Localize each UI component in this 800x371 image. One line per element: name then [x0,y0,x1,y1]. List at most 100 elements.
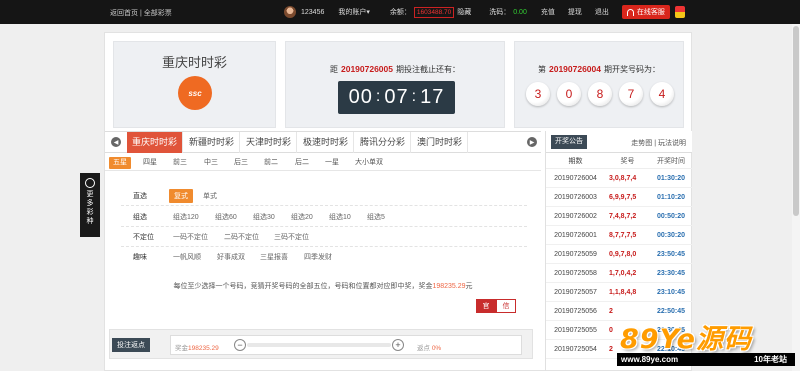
trend-chart-link[interactable]: 走势图 [631,140,652,147]
rebate-slider-box: 奖金198235.29 − + 返点 0% [170,335,522,355]
play-option[interactable]: 组选5 [367,212,385,222]
main-panel: 重庆时时彩 ssc 距 20190726005 期投注截止还有： 00:07:17 … [104,32,692,371]
play-option[interactable]: 复式 [169,189,193,203]
rebate-button[interactable]: 投注返点 [112,338,150,352]
plus-icon[interactable]: + [392,339,404,351]
bonus-display: 奖金198235.29 [175,342,219,352]
hide-balance-button[interactable]: 隐藏 [457,7,471,17]
avatar[interactable] [284,6,296,18]
play-option[interactable]: 一帆风顺 [173,252,201,262]
draw-ball: 8 [588,82,612,106]
time-cell: 01:30:20 [656,175,686,182]
play-option[interactable]: 一码不定位 [173,232,208,242]
divider [121,226,527,227]
time-cell: 00:50:20 [656,213,686,220]
tab-amssc[interactable]: 澳门时时彩 [412,132,468,153]
play-option[interactable]: 组选10 [329,212,351,222]
divider [121,205,527,206]
chevron-left-icon[interactable]: ◀ [111,137,121,147]
draw-ball: 4 [650,82,674,106]
column-header: 开奖时间 [657,158,685,165]
play-option[interactable]: 四季发财 [304,252,332,262]
countdown-timer: 00:07:17 [338,81,455,114]
tab-jsssc[interactable]: 极速时时彩 [298,132,354,153]
countdown-suffix: 期投注截止还有： [396,65,460,74]
minus-icon[interactable]: − [234,339,246,351]
mode-toggle: 官 信 [476,299,516,313]
play-label: 不定位 [133,234,154,241]
tab-txffc[interactable]: 腾讯分分彩 [355,132,411,153]
countdown-prefix: 距 [329,65,338,74]
balance-label: 余额： [389,9,411,16]
my-account-menu[interactable]: 我的账户▾ [338,7,370,17]
table-row: 20190726002 7,4,8,7,2 00:50:20 [546,207,692,226]
tab-cqssc[interactable]: 重庆时时彩 [127,132,183,153]
more-lottery-label: 更多彩种 [86,191,94,225]
withdraw-link[interactable]: 提现 [568,7,582,17]
play-option[interactable]: 好事成双 [217,252,245,262]
logout-link[interactable]: 退出 [595,7,609,17]
play-option[interactable]: 二码不定位 [224,232,259,242]
play-description: 每位至少选择一个号码，竞猜开奖号码的全部五位，号码和位置都对应即中奖，奖金198… [105,281,541,291]
time-cell: 23:30:45 [656,270,686,277]
subtab-front-two[interactable]: 前二 [260,157,282,169]
subtab-back-two[interactable]: 后二 [291,157,313,169]
play-option[interactable]: 组选120 [173,212,199,222]
rebate-section: 投注返点 奖金198235.29 − + 返点 0% [109,329,533,359]
all-lottery-link[interactable]: 全部彩票 [144,10,172,17]
lottery-info-card: 重庆时时彩 ssc [113,41,276,128]
subtab-back-three[interactable]: 后三 [230,157,252,169]
time-cell: 00:30:20 [656,232,686,239]
play-option[interactable]: 组选30 [253,212,275,222]
play-option[interactable]: 三码不定位 [274,232,309,242]
time-cell: 23:50:45 [656,251,686,258]
subtab-mid-three[interactable]: 中三 [200,157,222,169]
issue-cell: 20190725058 [554,270,597,277]
draw-suffix: 期开奖号码为： [604,65,660,74]
rebate-slider[interactable] [247,343,391,347]
play-option[interactable]: 单式 [203,191,217,201]
chevron-right-icon[interactable]: ▶ [527,137,537,147]
rules-link[interactable]: 玩法说明 [658,140,686,147]
draw-ball: 7 [619,82,643,106]
my-account-label: 我的账户 [338,9,367,16]
scrollbar-thumb[interactable] [793,26,799,216]
play-option[interactable]: 组选20 [291,212,313,222]
numbers-cell: 6,9,9,7,5 [609,194,637,201]
side-divider: | [654,140,657,147]
draw-balls: 3 0 8 7 4 [526,82,681,106]
home-link[interactable]: 返回首页 [110,10,138,17]
subtab-size-odd-even[interactable]: 大小单双 [351,157,387,169]
gift-icon[interactable] [674,6,685,18]
credit-mode-button[interactable]: 信 [496,299,516,313]
recharge-link[interactable]: 充值 [541,7,555,17]
tab-tjssc[interactable]: 天津时时彩 [241,132,297,153]
countdown-minutes: 07 [384,86,409,108]
wash-label: 洗码： [489,9,511,16]
issue-cell: 20190726002 [554,213,597,220]
play-option[interactable]: 组选60 [215,212,237,222]
countdown-colon: : [375,87,382,105]
play-option[interactable]: 三星报喜 [260,252,288,262]
tab-draw-notice[interactable]: 开奖公告 [551,135,587,149]
side-links: 走势图 | 玩法说明 [631,138,686,148]
countdown-seconds: 17 [420,86,445,108]
issue-cell: 20190725054 [554,346,597,353]
subtab-four-star[interactable]: 四星 [139,157,161,169]
column-header: 奖号 [620,158,635,165]
watermark-logo: 89Ye源码 www.89ye.com 10年老站 [617,315,797,371]
play-row-undetermined: 不定位 一码不定位 二码不定位 三码不定位 [105,230,541,242]
wash-value: 0.00 [513,8,527,16]
subtab-front-three[interactable]: 前三 [169,157,191,169]
issue-cell: 20190725057 [554,289,597,296]
watermark-brand: 89Ye源码 [620,324,752,355]
top-right-area: 123456 我的账户▾ 余额： 1603488.70 隐藏 洗码： 0.00 … [284,5,685,19]
more-lottery-float[interactable]: 更多彩种 [80,173,100,237]
subtab-one-star[interactable]: 一星 [321,157,343,169]
online-service-button[interactable]: 在线客服 [621,5,670,19]
lottery-tabs: ◀ 重庆时时彩 新疆时时彩 天津时时彩 极速时时彩 腾讯分分彩 澳门时时彩 ▶ [105,131,541,153]
numbers-cell: 1,1,8,4,8 [609,289,637,296]
subtab-five-star[interactable]: 五星 [109,157,131,169]
tab-xjssc[interactable]: 新疆时时彩 [184,132,240,153]
official-mode-button[interactable]: 官 [476,299,496,313]
